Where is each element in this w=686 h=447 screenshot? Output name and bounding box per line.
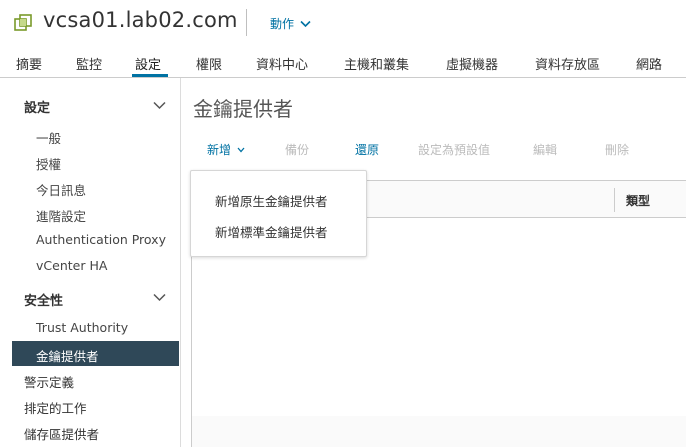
delete-button[interactable]: 刪除	[605, 141, 629, 158]
vcenter-icon	[14, 14, 32, 31]
page-title: 金鑰提供者	[193, 97, 293, 121]
column-header-type[interactable]: 類型	[626, 192, 650, 209]
sidebar-item-advanced-settings[interactable]: 進階設定	[36, 206, 86, 225]
tab-hosts-clusters[interactable]: 主機和叢集	[344, 54, 409, 73]
app-header: vcsa01.lab02.com 動作	[0, 0, 686, 46]
edit-button[interactable]: 編輯	[533, 141, 557, 158]
sidebar-item-scheduled-tasks[interactable]: 排定的工作	[24, 398, 87, 417]
tab-vms[interactable]: 虛擬機器	[446, 54, 498, 73]
actions-label: 動作	[270, 17, 295, 31]
menu-item-add-native-key-provider[interactable]: 新增原生金鑰提供者	[215, 191, 328, 210]
actions-menu-button[interactable]: 動作	[270, 15, 311, 32]
menu-item-add-standard-key-provider[interactable]: 新增標準金鑰提供者	[215, 222, 328, 241]
sidebar-item-licensing[interactable]: 授權	[36, 154, 61, 173]
chevron-down-icon	[300, 20, 311, 27]
tab-summary[interactable]: 摘要	[16, 54, 42, 73]
sidebar-item-authentication-proxy[interactable]: Authentication Proxy	[36, 232, 166, 247]
tab-networks[interactable]: 網路	[636, 54, 662, 73]
sidebar-item-message-of-day[interactable]: 今日訊息	[36, 180, 86, 199]
sidebar-item-vcenter-ha[interactable]: vCenter HA	[36, 258, 107, 273]
restore-button[interactable]: 還原	[355, 141, 379, 158]
set-default-button[interactable]: 設定為預設值	[418, 141, 490, 158]
add-label: 新增	[207, 143, 232, 157]
sidebar-item-key-providers[interactable]: 金鑰提供者	[12, 341, 179, 366]
chevron-up-icon[interactable]	[153, 101, 166, 110]
chevron-down-icon	[237, 147, 245, 152]
header-separator	[246, 9, 247, 36]
column-resize-handle[interactable]	[614, 188, 615, 212]
grid-footer	[191, 416, 686, 447]
tab-monitor[interactable]: 監控	[76, 54, 102, 73]
tab-configure[interactable]: 設定	[135, 54, 161, 73]
add-button[interactable]: 新增	[207, 141, 245, 158]
tab-bar: 摘要 監控 設定 權限 資料中心 主機和叢集 虛擬機器 資料存放區 網路	[0, 46, 686, 78]
sidebar-item-trust-authority[interactable]: Trust Authority	[36, 320, 128, 335]
sidebar-section-settings[interactable]: 設定	[24, 97, 50, 116]
sidebar-item-alarm-definitions[interactable]: 警示定義	[24, 372, 74, 391]
active-tab-indicator	[132, 74, 168, 77]
sidebar-section-security[interactable]: 安全性	[24, 290, 63, 309]
sidebar-item-general[interactable]: 一般	[36, 128, 61, 147]
backup-button[interactable]: 備份	[285, 141, 309, 158]
tab-permissions[interactable]: 權限	[196, 54, 222, 73]
add-dropdown-menu: 新增原生金鑰提供者 新增標準金鑰提供者	[190, 170, 367, 257]
chevron-up-icon[interactable]	[153, 293, 166, 302]
tab-datacenters[interactable]: 資料中心	[256, 54, 308, 73]
sidebar: 設定 一般 授權 今日訊息 進階設定 Authentication Proxy …	[0, 78, 181, 447]
tab-datastores[interactable]: 資料存放區	[535, 54, 600, 73]
object-title: vcsa01.lab02.com	[43, 8, 238, 32]
sidebar-item-storage-providers[interactable]: 儲存區提供者	[24, 424, 99, 443]
sidebar-item-label: 金鑰提供者	[36, 349, 99, 364]
